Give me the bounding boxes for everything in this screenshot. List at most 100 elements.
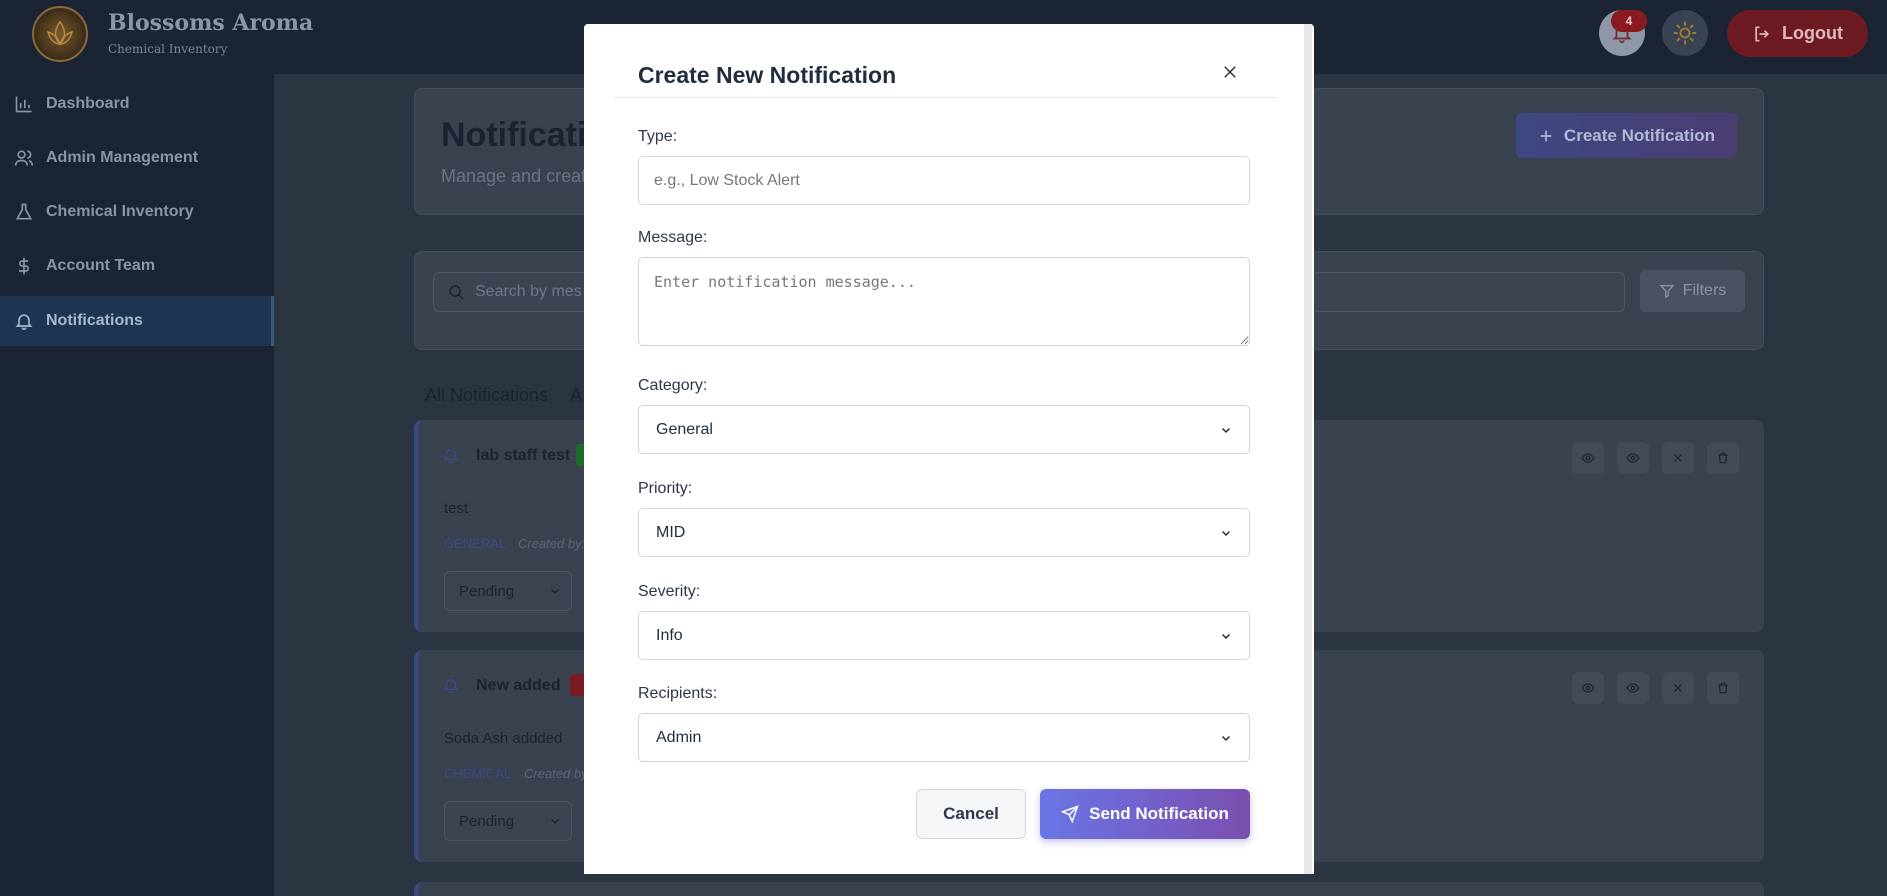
notification-created-by: Created by (524, 766, 588, 781)
search-icon (449, 284, 464, 299)
sun-icon (1673, 21, 1697, 45)
trash-icon (1718, 452, 1728, 464)
notification-count-badge: 4 (1611, 10, 1647, 32)
send-notification-button[interactable]: Send Notification (1040, 789, 1250, 839)
category-select[interactable]: General (638, 405, 1250, 454)
bell-icon (443, 449, 459, 464)
search-placeholder: Search by mes (475, 283, 582, 300)
priority-badge (570, 674, 584, 696)
delete-button[interactable] (1707, 672, 1739, 704)
view-button[interactable] (1572, 442, 1604, 474)
close-icon (1674, 684, 1682, 692)
sidebar-item-admin-management[interactable]: Admin Management (0, 133, 274, 183)
sidebar-item-label: Notifications (46, 312, 143, 329)
theme-toggle-button[interactable] (1662, 10, 1708, 56)
notification-message: test (444, 500, 469, 517)
category-value: General (656, 420, 713, 438)
priority-label: Priority: (638, 480, 693, 497)
tab-all-notifications[interactable]: All Notifications (425, 385, 548, 406)
chevron-down-icon (1221, 427, 1231, 433)
chevron-down-icon (1221, 633, 1231, 639)
trash-icon (1718, 682, 1728, 694)
notification-card (414, 882, 1764, 896)
sidebar: Dashboard Admin Management Chemical Inve… (0, 74, 274, 896)
priority-select[interactable]: MID (638, 508, 1250, 557)
type-label: Type: (638, 128, 678, 145)
status-value: Pending (459, 582, 515, 600)
severity-value: Info (656, 626, 683, 644)
brand-subtitle: Chemical Inventory (108, 42, 228, 56)
notification-title: New added (476, 677, 561, 694)
message-label: Message: (638, 229, 708, 246)
sidebar-item-account-team[interactable]: Account Team (0, 241, 274, 291)
modal-scrollbar[interactable] (1304, 24, 1312, 874)
notification-title: lab staff test (476, 447, 571, 464)
type-input[interactable] (638, 156, 1250, 205)
chevron-down-icon (1221, 530, 1231, 536)
filter-icon (1659, 285, 1675, 299)
recipients-value: Admin (656, 728, 702, 746)
category-label: Category: (638, 377, 708, 394)
flask-icon (15, 203, 33, 220)
bell-icon (15, 314, 33, 331)
dismiss-button[interactable] (1662, 672, 1694, 704)
brand-logo (32, 6, 88, 62)
chevron-down-icon (550, 818, 560, 825)
chevron-down-icon (550, 588, 560, 595)
eye-icon (1581, 683, 1595, 693)
severity-label: Severity: (638, 583, 701, 600)
cancel-button[interactable]: Cancel (916, 789, 1026, 839)
create-notification-label: Create Notification (1563, 125, 1716, 145)
sidebar-item-chemical-inventory[interactable]: Chemical Inventory (0, 187, 274, 237)
tab-second[interactable]: A (570, 385, 582, 406)
lotus-icon (46, 20, 74, 46)
close-icon (1674, 454, 1682, 462)
sidebar-item-label: Dashboard (46, 95, 130, 112)
users-icon (14, 150, 34, 166)
plus-icon (1540, 130, 1552, 141)
filters-label: Filters (1682, 282, 1727, 299)
sidebar-item-label: Account Team (46, 257, 156, 274)
mark-read-button[interactable] (1617, 442, 1649, 474)
status-value: Pending (459, 812, 515, 830)
dollar-icon (19, 257, 29, 275)
notification-category: GENERAL (444, 536, 507, 551)
logout-button[interactable]: Logout (1727, 10, 1868, 57)
status-select[interactable]: Pending (444, 801, 572, 841)
create-notification-button[interactable]: Create Notification (1516, 113, 1737, 158)
view-button[interactable] (1572, 672, 1604, 704)
sidebar-item-dashboard[interactable]: Dashboard (0, 79, 274, 129)
modal-divider (614, 97, 1278, 98)
modal-title: Create New Notification (638, 62, 897, 88)
dismiss-button[interactable] (1662, 442, 1694, 474)
logout-icon (1755, 26, 1770, 41)
chevron-down-icon (1221, 735, 1231, 741)
sidebar-item-notifications[interactable]: Notifications (0, 296, 274, 346)
bell-icon (443, 679, 459, 694)
notification-message: Soda Ash addded (444, 730, 563, 747)
send-notification-label: Send Notification (1089, 804, 1229, 823)
close-modal-button[interactable] (1216, 58, 1244, 86)
filters-button[interactable]: Filters (1640, 270, 1745, 312)
sidebar-item-label: Chemical Inventory (46, 203, 194, 220)
bar-chart-icon (15, 96, 32, 113)
severity-select[interactable]: Info (638, 611, 1250, 660)
page-subtitle: Manage and creat (441, 166, 587, 186)
status-select[interactable]: Pending (444, 571, 572, 611)
sidebar-item-label: Admin Management (46, 149, 199, 166)
delete-button[interactable] (1707, 442, 1739, 474)
eye-icon (1581, 453, 1595, 463)
recipients-label: Recipients: (638, 685, 718, 702)
notification-created-by: Created by: (518, 536, 586, 551)
page-title: Notificatio (441, 116, 608, 154)
priority-value: MID (656, 523, 686, 541)
mark-read-button[interactable] (1617, 672, 1649, 704)
message-textarea[interactable] (638, 257, 1250, 346)
notification-category: CHEMICAL (444, 766, 512, 781)
eye-icon (1626, 453, 1640, 463)
send-icon (1061, 805, 1079, 823)
logout-label: Logout (1782, 23, 1843, 43)
recipients-select[interactable]: Admin (638, 713, 1250, 762)
eye-icon (1626, 683, 1640, 693)
close-icon (1224, 66, 1236, 78)
